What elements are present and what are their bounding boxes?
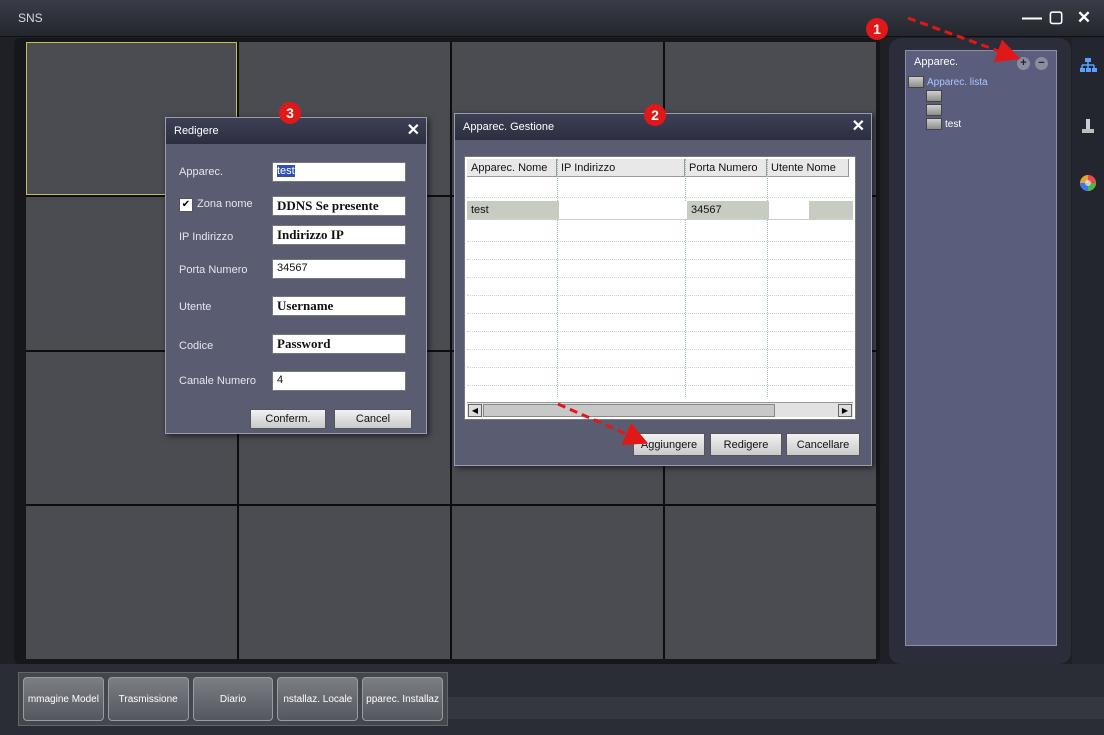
arrow-to-add-button <box>557 402 649 445</box>
annotation-arrows <box>557 16 1021 445</box>
step-marker: 3 <box>279 102 301 124</box>
step-marker: 1 <box>866 18 888 40</box>
step-marker: 2 <box>644 104 666 126</box>
arrow-to-add-device <box>907 16 1021 63</box>
